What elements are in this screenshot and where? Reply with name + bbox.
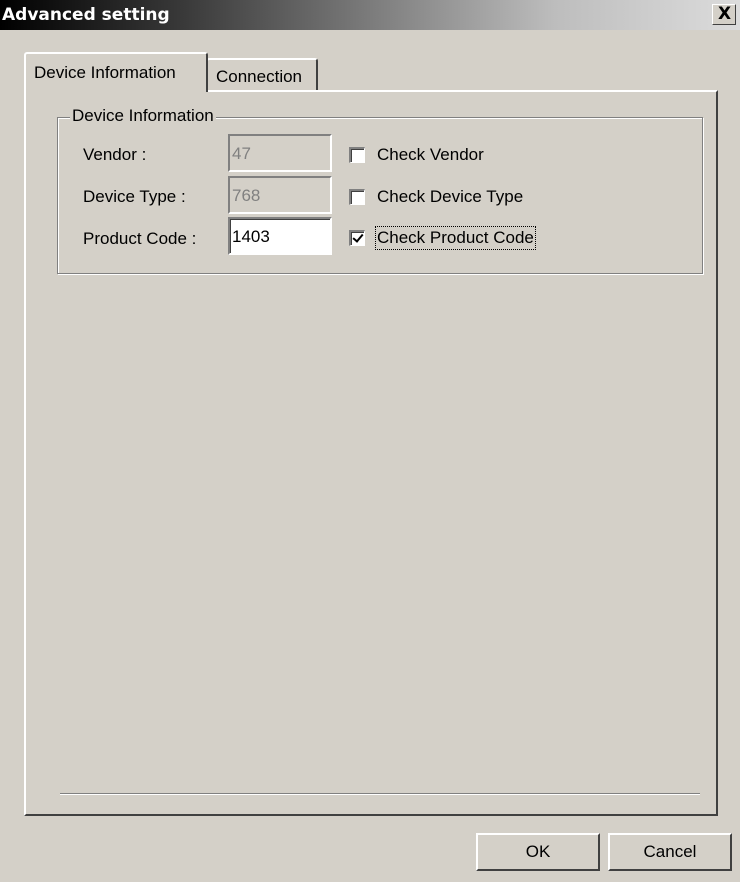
check-device-type-label[interactable]: Check Device Type <box>377 187 523 207</box>
check-vendor-label[interactable]: Check Vendor <box>377 145 484 165</box>
tab-label: Device Information <box>34 63 176 82</box>
window-title: Advanced setting <box>2 5 170 25</box>
vendor-field[interactable] <box>228 134 332 172</box>
check-product-code-label[interactable]: Check Product Code <box>375 226 536 250</box>
check-device-type-checkbox[interactable] <box>349 189 365 205</box>
tab-connection[interactable]: Connection <box>206 58 318 92</box>
check-product-code-checkbox[interactable] <box>349 230 365 246</box>
close-icon: X <box>718 4 732 24</box>
group-legend: Device Information <box>70 106 216 126</box>
device-type-field[interactable] <box>228 176 332 214</box>
device-type-label: Device Type : <box>83 187 186 206</box>
title-bar: Advanced setting X <box>0 0 740 30</box>
tab-device-information[interactable]: Device Information <box>24 52 208 92</box>
ok-button[interactable]: OK <box>476 833 600 871</box>
product-code-label: Product Code : <box>83 229 197 248</box>
separator-line <box>60 793 700 795</box>
vendor-label: Vendor : <box>83 145 147 164</box>
tab-label: Connection <box>216 67 303 86</box>
close-button[interactable]: X <box>712 4 736 25</box>
product-code-field[interactable] <box>228 217 332 255</box>
check-vendor-checkbox[interactable] <box>349 147 365 163</box>
cancel-button[interactable]: Cancel <box>608 833 732 871</box>
